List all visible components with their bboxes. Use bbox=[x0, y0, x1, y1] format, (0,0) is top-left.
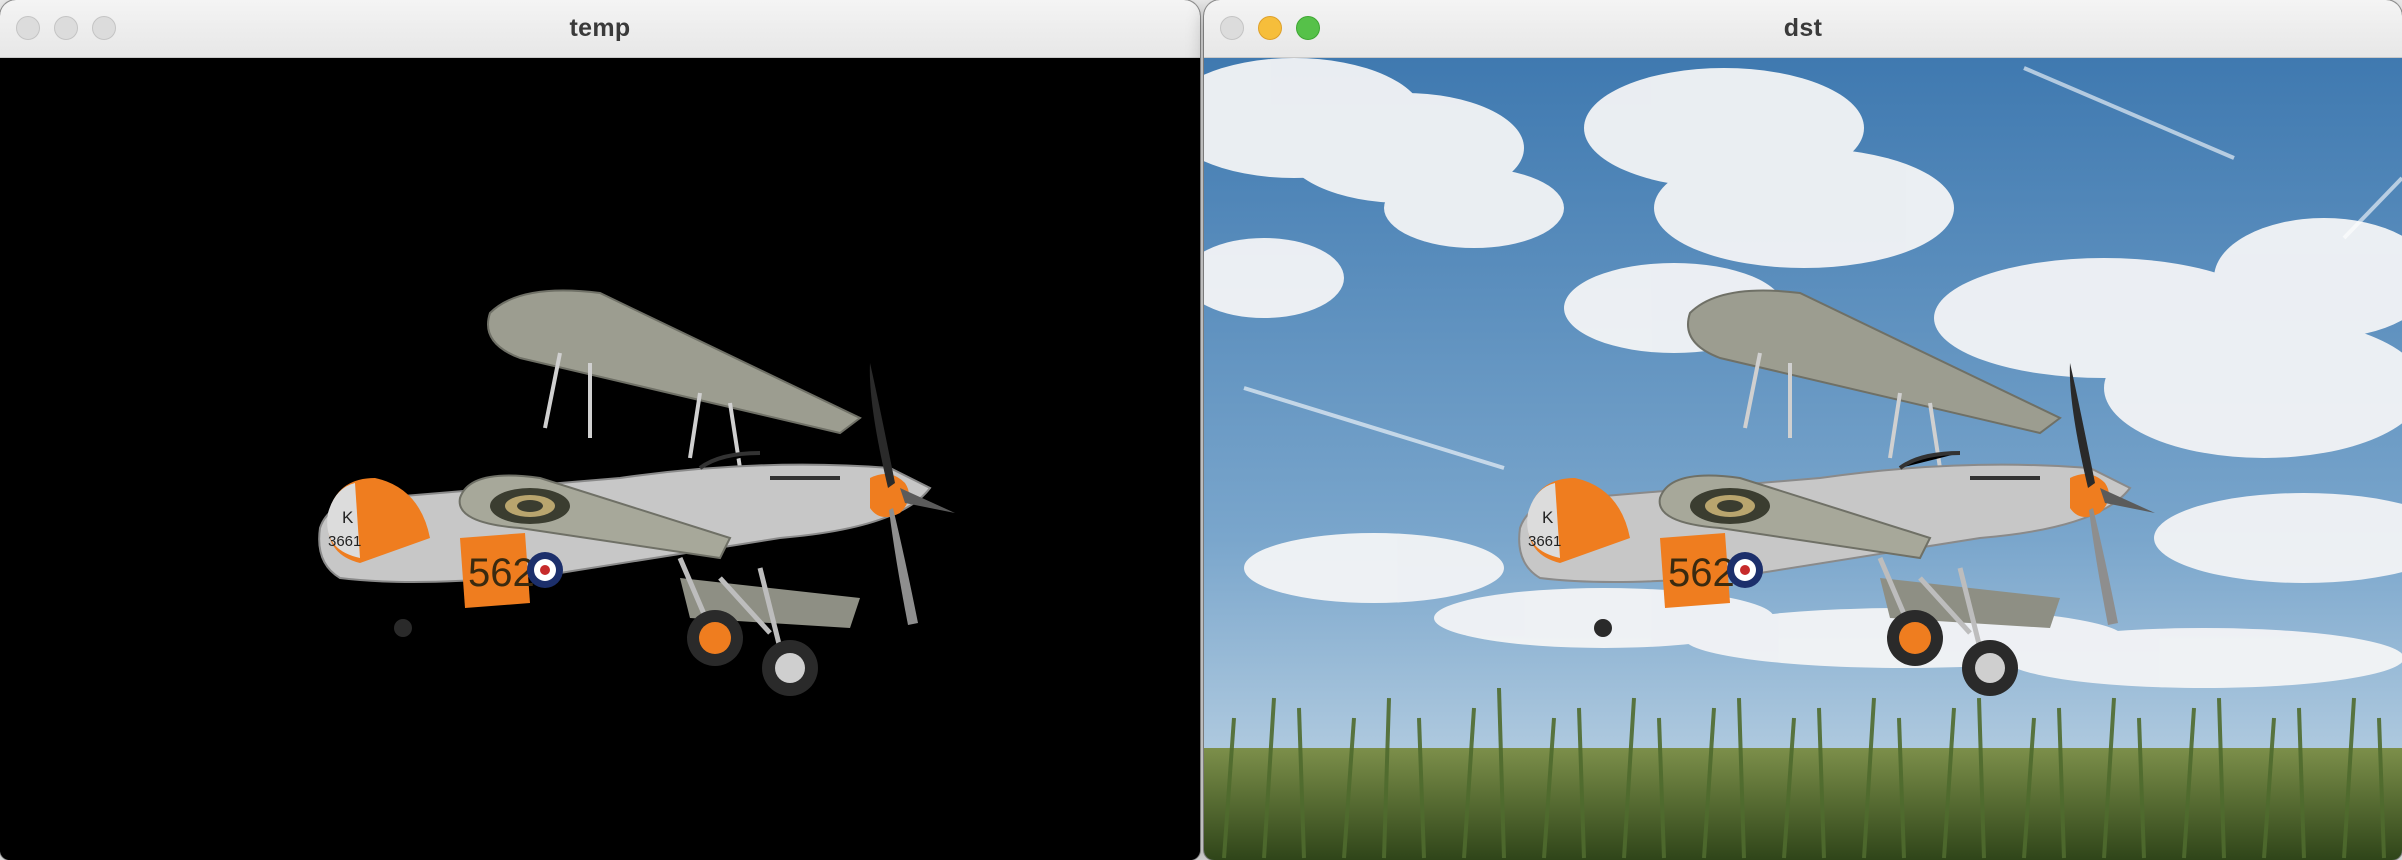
titlebar-dst[interactable]: dst bbox=[1204, 0, 2402, 58]
image-canvas-temp: K 3661 562 bbox=[0, 58, 1200, 860]
traffic-lights bbox=[1220, 16, 1320, 40]
zoom-button[interactable] bbox=[1296, 16, 1320, 40]
tail-letter: K bbox=[342, 508, 354, 527]
traffic-lights bbox=[16, 16, 116, 40]
fuselage-number: 562 bbox=[468, 551, 535, 595]
composited-image: K 3661 562 bbox=[1204, 58, 2402, 860]
close-button[interactable] bbox=[1220, 16, 1244, 40]
minimize-button[interactable] bbox=[54, 16, 78, 40]
desktop: temp K 3661 562 dst K 3661 562 bbox=[0, 0, 2402, 860]
tail-serial: 3661 bbox=[328, 533, 361, 550]
image-canvas-dst: K 3661 562 bbox=[1204, 58, 2402, 860]
zoom-button[interactable] bbox=[92, 16, 116, 40]
masked-image: K 3661 562 bbox=[0, 58, 1200, 860]
minimize-button[interactable] bbox=[1258, 16, 1282, 40]
window-title: temp bbox=[569, 14, 631, 42]
titlebar-temp[interactable]: temp bbox=[0, 0, 1200, 58]
window-temp[interactable]: temp K 3661 562 bbox=[0, 0, 1200, 860]
window-dst[interactable]: dst K 3661 562 bbox=[1204, 0, 2402, 860]
window-title: dst bbox=[1783, 14, 1823, 42]
close-button[interactable] bbox=[16, 16, 40, 40]
fuselage-number: 562 bbox=[1668, 551, 1735, 595]
tail-letter: K bbox=[1542, 508, 1554, 527]
tail-serial: 3661 bbox=[1528, 533, 1561, 550]
